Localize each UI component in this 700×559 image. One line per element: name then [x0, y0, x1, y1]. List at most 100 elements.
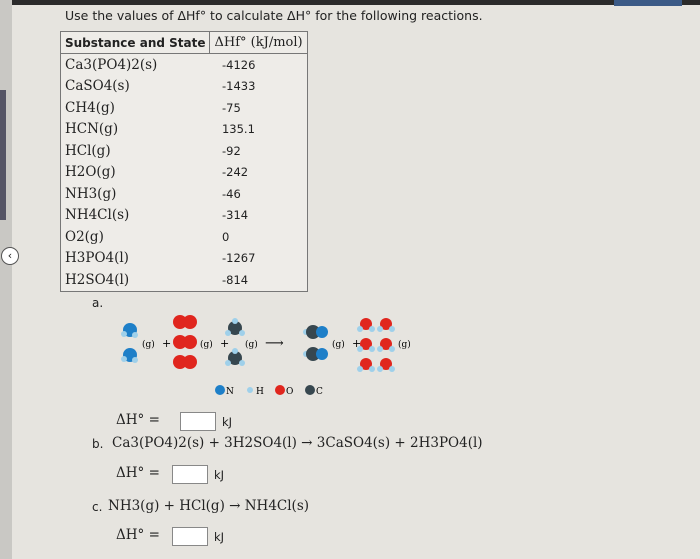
part-c-answer-input[interactable]: [172, 527, 208, 546]
substance: H2O(g): [65, 164, 116, 181]
legend-label: H: [256, 387, 264, 397]
part-b-equation: Ca3(PO4)2(s) + 3H2SO4(l) → 3CaSO4(s) + 2…: [112, 435, 483, 451]
hydrogen-atom: [225, 330, 231, 336]
substance: CH4(g): [65, 99, 115, 116]
state-label: (g): [332, 339, 345, 350]
substance: NH4Cl(s): [65, 207, 130, 224]
instructions: Use the values of ΔHf° to calculate ΔH° …: [65, 8, 483, 23]
part-c-label: c.: [92, 500, 103, 514]
hydrogen-atom: [132, 357, 138, 363]
part-c-dh-label: ΔH° =: [116, 527, 160, 543]
legend-label: C: [316, 387, 323, 397]
part-a-unit: kJ: [222, 415, 233, 429]
hydrogen-atom: [239, 330, 245, 336]
table-row: O2(g) 0: [61, 226, 308, 248]
oxygen-atom: [183, 335, 197, 349]
table-row: Ca3(PO4)2(s) -4126: [61, 54, 308, 76]
arrow: ⟶: [265, 336, 284, 351]
substance: NH3(g): [65, 185, 117, 202]
part-b-label: b.: [92, 437, 104, 451]
hydrogen-atom: [232, 318, 238, 324]
hydrogen-atom: [357, 326, 363, 332]
hydrogen-atom: [225, 360, 231, 366]
part-a-dh-label: ΔH° =: [116, 412, 160, 428]
substance: Ca3(PO4)2(s): [65, 56, 158, 73]
hydrogen-atom: [369, 346, 375, 352]
part-a-label: a.: [92, 296, 104, 310]
part-c-unit: kJ: [214, 530, 225, 544]
header-enthalpy: ΔHf° (kJ/mol): [209, 31, 308, 54]
references-button[interactable]: [614, 0, 682, 6]
enthalpy-value: -242: [221, 165, 249, 180]
hydrogen-atom: [369, 326, 375, 332]
state-label: (g): [245, 339, 258, 350]
enthalpy-value: -75: [221, 100, 241, 115]
table-row: HCN(g) 135.1: [61, 119, 308, 141]
hydrogen-atom: [239, 360, 245, 366]
part-b-answer-input[interactable]: [172, 465, 208, 484]
top-bar: [0, 0, 700, 5]
hydrogen-atom: [389, 346, 395, 352]
reaction-a-diagram: (g) + (g) + (g) ⟶ (g) + (g)N H O C: [121, 315, 410, 397]
table-row: H3PO4(l) -1267: [61, 248, 308, 270]
nitrogen-atom: [316, 348, 328, 360]
hydrogen-atom: [377, 326, 383, 332]
header-substance: Substance and State: [60, 31, 210, 54]
legend-C-icon: [305, 385, 315, 395]
hydrogen-atom: [389, 366, 395, 372]
substance: H3PO4(l): [65, 250, 129, 267]
hydrogen-atom: [132, 332, 138, 338]
nitrogen-atom: [316, 326, 328, 338]
enthalpy-value: -4126: [221, 57, 256, 72]
table-row: H2O(g) -242: [61, 162, 308, 184]
legend-H-icon: [247, 387, 253, 393]
enthalpy-value: -814: [221, 272, 249, 287]
hydrogen-atom: [357, 346, 363, 352]
enthalpy-value: -1267: [221, 251, 256, 266]
back-arrow-icon[interactable]: ‹: [1, 247, 19, 265]
legend-O-icon: [275, 385, 285, 395]
legend-N-icon: [215, 385, 225, 395]
substance: CaSO4(s): [65, 78, 130, 95]
part-b-unit: kJ: [214, 468, 225, 482]
table-row: CaSO4(s) -1433: [61, 76, 308, 98]
left-panel: [0, 0, 12, 559]
substance: HCN(g): [65, 121, 119, 138]
hydrogen-atom: [377, 346, 383, 352]
table-row: H2SO4(l) -814: [61, 269, 308, 291]
part-c-equation: NH3(g) + HCl(g) → NH4Cl(s): [108, 498, 310, 514]
plus-sign: +: [220, 337, 229, 350]
hydrogen-atom: [121, 356, 127, 362]
table-row: NH4Cl(s) -314: [61, 205, 308, 227]
enthalpy-value: -1433: [221, 79, 256, 94]
legend-label: O: [286, 387, 293, 397]
substance: HCl(g): [65, 142, 111, 159]
left-panel-tab: [0, 90, 6, 220]
hydrogen-atom: [121, 331, 127, 337]
enthalpy-value: 0: [221, 229, 230, 244]
state-label: (g): [200, 339, 213, 350]
plus-sign: +: [162, 337, 171, 350]
oxygen-atom: [183, 355, 197, 369]
hydrogen-atom: [377, 366, 383, 372]
table-row: HCl(g) -92: [61, 140, 308, 162]
state-label: (g): [142, 339, 155, 350]
part-a-answer-input[interactable]: [180, 412, 216, 431]
enthalpy-value: 135.1: [221, 122, 255, 137]
hydrogen-atom: [369, 366, 375, 372]
enthalpy-value: -314: [221, 208, 249, 223]
state-label: (g): [398, 339, 410, 350]
hydrogen-atom: [232, 348, 238, 354]
enthalpy-table: Substance and State ΔHf° (kJ/mol) Ca3(PO4…: [60, 31, 308, 292]
part-b-dh-label: ΔH° =: [116, 465, 160, 481]
enthalpy-value: -46: [221, 186, 241, 201]
substance: H2SO4(l): [65, 271, 130, 288]
enthalpy-value: -92: [221, 143, 241, 158]
hydrogen-atom: [389, 326, 395, 332]
oxygen-atom: [183, 315, 197, 329]
hydrogen-atom: [357, 366, 363, 372]
table-row: NH3(g) -46: [61, 183, 308, 205]
substance: O2(g): [65, 228, 104, 245]
table-row: CH4(g) -75: [61, 97, 308, 119]
legend-label: N: [226, 387, 234, 397]
